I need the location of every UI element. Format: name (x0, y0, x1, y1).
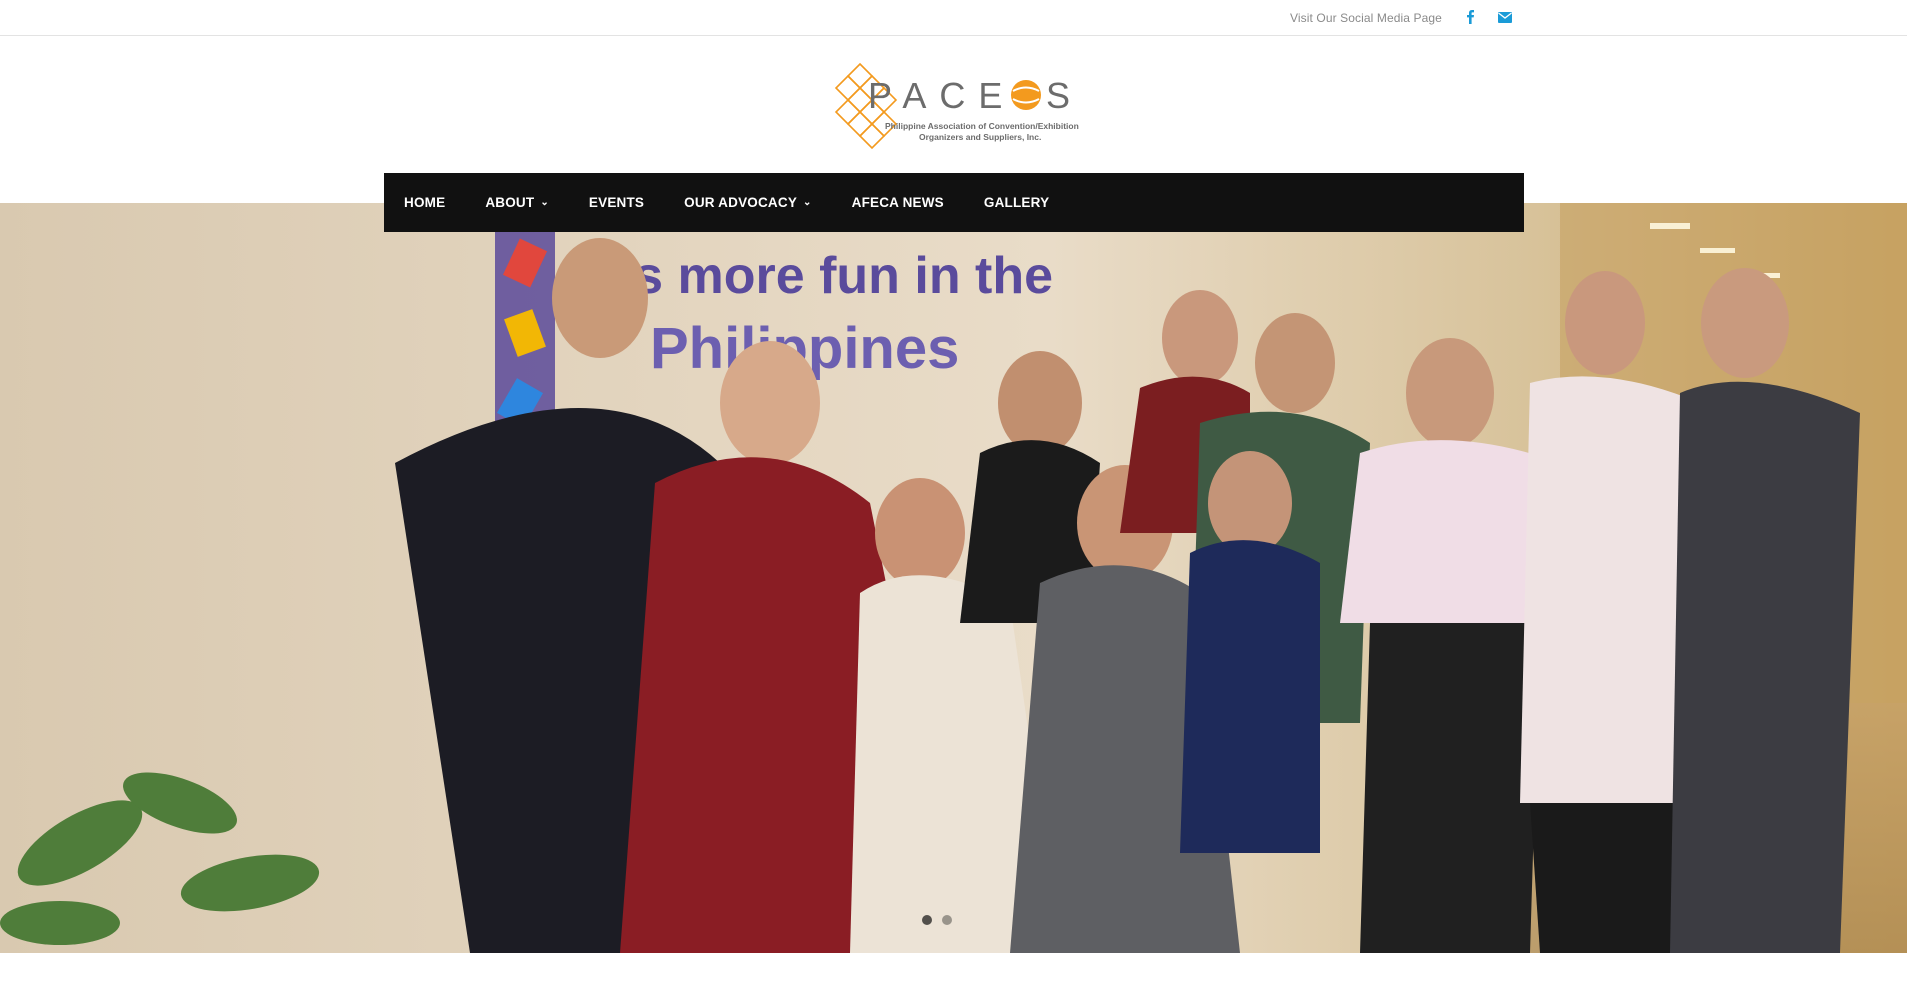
logo-tagline-1: Philippine Association of Convention/Exh… (885, 121, 1079, 131)
nav-item-about[interactable]: ABOUT ⌄ (485, 195, 549, 210)
nav-item-label: OUR ADVOCACY (684, 195, 798, 210)
plant (0, 772, 320, 945)
nav-item-label: GALLERY (983, 195, 1050, 210)
chevron-down-icon: ⌄ (803, 197, 812, 208)
slider-dot-1[interactable] (922, 915, 932, 925)
paceos-logo[interactable]: PACE S Philippine Association of Convent… (830, 58, 1080, 153)
nav-item-events[interactable]: EVENTS (589, 195, 644, 210)
nav-item-home[interactable]: HOME (404, 195, 445, 210)
wall-mural (495, 223, 555, 493)
mural-text-line2: Philippines (650, 316, 959, 381)
facebook-icon[interactable] (1461, 8, 1479, 26)
top-bar: Visit Our Social Media Page (0, 0, 1907, 36)
nav-item-label: AFECA NEWS (851, 195, 944, 210)
nav-item-label: HOME (404, 195, 446, 210)
social-media-text: Visit Our Social Media Page (1290, 11, 1442, 25)
logo-tagline-2: Organizers and Suppliers, Inc. (919, 132, 1041, 142)
nav-item-our-advocacy[interactable]: OUR ADVOCACY ⌄ (684, 195, 812, 210)
nav-item-label: EVENTS (588, 195, 645, 210)
main-nav: HOME ABOUT ⌄ EVENTS OUR ADVOCACY ⌄ AFECA… (384, 173, 1524, 232)
svg-text:S: S (1046, 75, 1070, 116)
envelope-icon[interactable] (1496, 8, 1514, 26)
nav-item-afeca-news[interactable]: AFECA NEWS (852, 195, 944, 210)
chevron-down-icon: ⌄ (540, 197, 549, 208)
hero-slider: It's more fun in the Philippines (0, 203, 1907, 953)
slider-pagination (922, 915, 952, 925)
nav-item-gallery[interactable]: GALLERY (984, 195, 1049, 210)
logo-globe-icon (1011, 80, 1041, 110)
mural-text-line1: It's more fun in the (590, 247, 1053, 305)
group-photo-people (395, 238, 1860, 953)
slider-dot-2[interactable] (942, 915, 952, 925)
logo-wordmark: PACE (868, 75, 1015, 116)
nav-item-label: ABOUT (485, 195, 535, 210)
